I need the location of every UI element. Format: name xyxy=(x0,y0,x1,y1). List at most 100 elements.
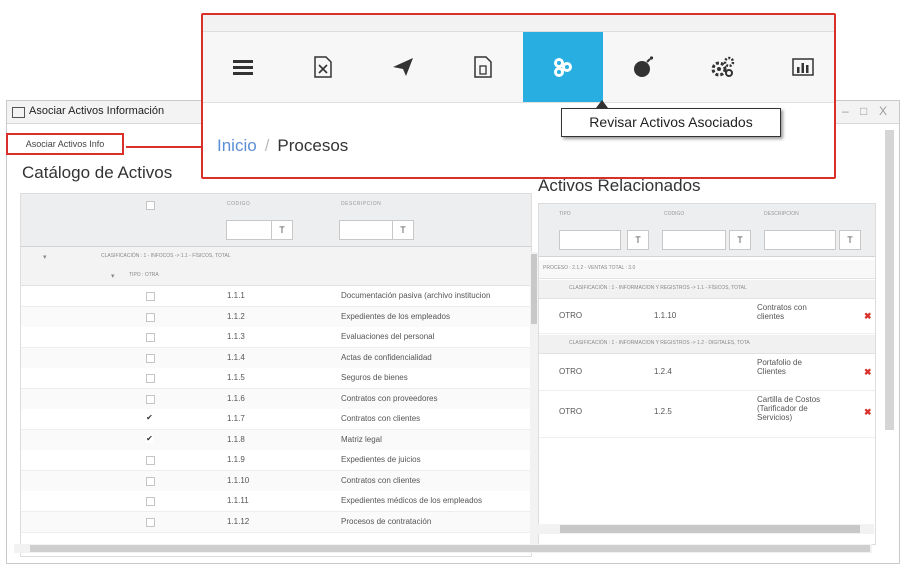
main-navbar xyxy=(203,32,834,103)
related-h-scrollbar-thumb[interactable] xyxy=(560,525,860,533)
catalog-desc: Contratos con proveedores xyxy=(341,393,438,403)
descripcion-filter-button[interactable]: T xyxy=(392,220,414,240)
catalog-row[interactable]: 1.1.1 Documentación pasiva (archivo insti… xyxy=(21,286,531,307)
related-group-a-label: CLASIFICACIÓN : 1 - INFORMACION Y REGIST… xyxy=(569,285,747,291)
related-group-a[interactable]: CLASIFICACIÓN : 1 - INFORMACION Y REGIST… xyxy=(539,280,875,299)
checkbox-checked[interactable]: ✔ xyxy=(146,414,153,422)
catalog-code: 1.1.12 xyxy=(227,516,250,526)
checkbox[interactable] xyxy=(146,476,155,486)
send-icon[interactable] xyxy=(363,32,443,102)
tipo-filter-button[interactable]: T xyxy=(627,230,649,250)
catalog-row[interactable]: 1.1.11 Expedientes médicos de los emplead… xyxy=(21,491,531,512)
catalog-desc: Contratos con clientes xyxy=(341,414,421,423)
collapse-icon[interactable]: ▾ xyxy=(43,253,47,261)
catalog-row[interactable]: 1.1.5 Seguros de bienes xyxy=(21,368,531,389)
related-tipo: OTRO xyxy=(559,367,583,376)
descripcion-filter-input[interactable] xyxy=(339,220,393,240)
delete-icon[interactable]: ✖ xyxy=(864,407,872,418)
checkbox[interactable] xyxy=(146,292,155,301)
assets-icon[interactable] xyxy=(523,32,603,102)
catalog-group-label: CLASIFICACIÓN : 1 - INFOCOS -> 1.1 - FÍS… xyxy=(101,253,231,259)
document-icon[interactable] xyxy=(443,32,523,102)
window-h-scrollbar-thumb[interactable] xyxy=(30,545,870,552)
tipo-filter-input[interactable] xyxy=(559,230,621,250)
catalog-group-header[interactable]: ▾ CLASIFICACIÓN : 1 - INFOCOS -> 1.1 - F… xyxy=(21,247,531,267)
catalog-code: 1.1.1 xyxy=(227,291,245,300)
catalog-desc: Evaluaciones del personal xyxy=(341,332,435,341)
catalog-code: 1.1.4 xyxy=(227,352,245,362)
related-tipo: OTRO xyxy=(559,311,583,320)
catalog-row[interactable]: 1.1.12 Procesos de contratación xyxy=(21,511,531,533)
catalog-row[interactable]: 1.1.6 Contratos con proveedores xyxy=(21,388,531,410)
checkbox[interactable] xyxy=(146,312,155,322)
catalog-row[interactable]: 1.1.4 Actas de confidencialidad xyxy=(21,347,531,369)
tooltip-arrow xyxy=(596,100,608,108)
catalog-desc: Actas de confidencialidad xyxy=(341,352,432,362)
related-row[interactable]: OTRO 1.2.4 Portafolio de Clientes ✖ xyxy=(539,354,875,391)
checkbox[interactable] xyxy=(146,517,155,527)
breadcrumb-home-link[interactable]: Inicio xyxy=(217,136,257,155)
catalog-code: 1.1.10 xyxy=(227,475,250,485)
catalog-title: Catálogo de Activos xyxy=(22,163,173,182)
catalog-subgroup-header[interactable]: ▾ TIPO : OTRA xyxy=(21,266,531,286)
catalog-row[interactable]: 1.1.9 Expedientes de juicios xyxy=(21,450,531,471)
chart-icon[interactable] xyxy=(763,32,843,102)
window-title: Asociar Activos Información xyxy=(29,105,165,117)
bomb-icon[interactable] xyxy=(603,32,683,102)
codigo-filter-input[interactable] xyxy=(226,220,272,240)
catalog-desc: Expedientes médicos de los empleados xyxy=(341,496,482,505)
catalog-grid-header: CODIGO DESCRIPCION T T xyxy=(21,194,531,247)
callout-panel: Inicio / Procesos xyxy=(201,13,836,179)
select-all-checkbox[interactable] xyxy=(146,201,155,210)
catalog-grid: CODIGO DESCRIPCION T T ▾ CLASIFICACIÓN :… xyxy=(20,193,532,557)
checkbox[interactable] xyxy=(146,353,155,363)
catalog-scrollbar-thumb[interactable] xyxy=(531,254,537,324)
related-desc: Cartilla de Costos (Tarificador de Servi… xyxy=(757,395,821,422)
asociar-activos-button[interactable]: Asociar Activos Info xyxy=(6,133,124,155)
catalog-desc: Expedientes de juicios xyxy=(341,455,421,464)
excel-icon[interactable] xyxy=(283,32,363,102)
delete-icon[interactable]: ✖ xyxy=(864,311,872,322)
related-row[interactable]: OTRO 1.2.5 Cartilla de Costos (Tarificad… xyxy=(539,391,875,438)
breadcrumb: Inicio / Procesos xyxy=(217,136,348,156)
catalog-col-codigo: CODIGO xyxy=(227,201,251,207)
related-row[interactable]: OTRO 1.1.10 Contratos con clientes ✖ xyxy=(539,299,875,334)
related-process-group[interactable]: PROCESO : 2.1.2 - VENTAS TOTAL : 3.0 xyxy=(539,260,875,279)
catalog-row[interactable]: 1.1.2 Expedientes de los empleados xyxy=(21,306,531,328)
collapse-icon[interactable]: ▾ xyxy=(111,272,115,280)
checkbox-checked[interactable]: ✔ xyxy=(146,434,153,443)
catalog-code: 1.1.6 xyxy=(227,393,245,403)
callout-top-strip xyxy=(203,15,834,32)
related-desc: Contratos con clientes xyxy=(757,303,807,321)
checkbox[interactable] xyxy=(146,374,155,383)
menu-icon[interactable] xyxy=(203,32,283,102)
catalog-code: 1.1.2 xyxy=(227,311,245,321)
codigo-filter-button[interactable]: T xyxy=(271,220,293,240)
nav-tooltip: Revisar Activos Asociados xyxy=(561,108,781,137)
related-group-b[interactable]: CLASIFICACIÓN : 1 - INFORMACION Y REGIST… xyxy=(539,335,875,354)
catalog-subgroup-label: TIPO : OTRA xyxy=(129,272,159,278)
close-button[interactable]: X xyxy=(879,104,887,118)
catalog-row[interactable]: 1.1.3 Evaluaciones del personal xyxy=(21,327,531,348)
related-codigo-filter-button[interactable]: T xyxy=(729,230,751,250)
window-v-scrollbar[interactable] xyxy=(885,130,894,430)
catalog-row[interactable]: ✔ 1.1.8 Matriz legal xyxy=(21,429,531,451)
related-descripcion-filter-input[interactable] xyxy=(764,230,836,250)
maximize-button[interactable]: □ xyxy=(860,104,867,118)
related-col-codigo: CODIGO xyxy=(664,211,685,217)
related-codigo-filter-input[interactable] xyxy=(662,230,726,250)
catalog-row[interactable]: ✔ 1.1.7 Contratos con clientes xyxy=(21,409,531,430)
window-icon xyxy=(12,107,25,118)
delete-icon[interactable]: ✖ xyxy=(864,367,872,378)
checkbox[interactable] xyxy=(146,333,155,342)
checkbox[interactable] xyxy=(146,497,155,506)
callout-connector xyxy=(126,146,206,148)
minimize-button[interactable]: – xyxy=(842,104,849,118)
related-descripcion-filter-button[interactable]: T xyxy=(839,230,861,250)
related-code: 1.2.4 xyxy=(654,367,672,376)
checkbox[interactable] xyxy=(146,394,155,404)
catalog-row[interactable]: 1.1.10 Contratos con clientes xyxy=(21,470,531,492)
catalog-desc: Contratos con clientes xyxy=(341,475,421,485)
gears-icon[interactable] xyxy=(683,32,763,102)
checkbox[interactable] xyxy=(146,456,155,465)
